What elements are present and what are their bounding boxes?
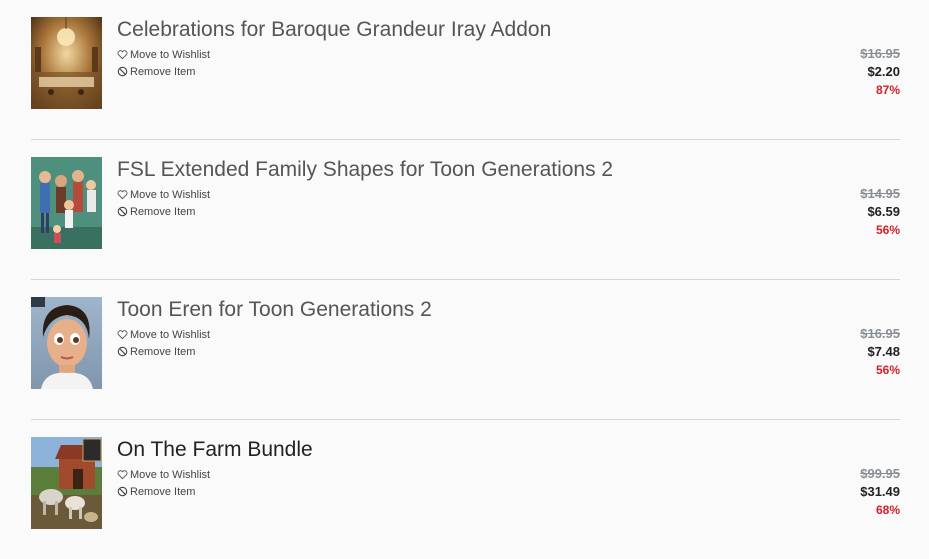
ban-icon bbox=[117, 486, 128, 497]
move-to-wishlist-link[interactable]: Move to Wishlist bbox=[117, 466, 757, 483]
product-thumbnail-eren[interactable] bbox=[31, 297, 102, 389]
ban-icon bbox=[117, 206, 128, 217]
original-price: $99.95 bbox=[860, 466, 900, 481]
toon-girl-image bbox=[31, 297, 102, 389]
move-to-wishlist-link[interactable]: Move to Wishlist bbox=[117, 186, 757, 203]
cart-item: On The Farm Bundle Move to Wishlist Remo… bbox=[31, 420, 900, 559]
move-to-wishlist-link[interactable]: Move to Wishlist bbox=[117, 46, 757, 63]
original-price: $14.95 bbox=[860, 186, 900, 201]
sale-price: $31.49 bbox=[860, 484, 900, 499]
product-title[interactable]: Celebrations for Baroque Grandeur Iray A… bbox=[117, 17, 757, 43]
heart-icon bbox=[117, 49, 128, 60]
heart-icon bbox=[117, 329, 128, 340]
sale-price: $6.59 bbox=[867, 204, 900, 219]
price-block: $14.95 $6.59 56% bbox=[860, 185, 900, 239]
cart-item: Celebrations for Baroque Grandeur Iray A… bbox=[31, 0, 900, 140]
remove-item-link[interactable]: Remove Item bbox=[117, 63, 757, 80]
sale-price: $7.48 bbox=[867, 344, 900, 359]
discount-percent: 56% bbox=[875, 363, 900, 377]
product-thumbnail-farm[interactable] bbox=[31, 437, 102, 529]
product-thumbnail-family[interactable] bbox=[31, 157, 102, 249]
cart-item: Toon Eren for Toon Generations 2 Move to… bbox=[31, 280, 900, 420]
price-block: $99.95 $31.49 68% bbox=[860, 465, 900, 519]
discount-percent: 87% bbox=[875, 83, 900, 97]
heart-icon bbox=[117, 469, 128, 480]
heart-icon bbox=[117, 189, 128, 200]
original-price: $16.95 bbox=[860, 326, 900, 341]
product-thumbnail-baroque[interactable] bbox=[31, 17, 102, 109]
remove-item-link[interactable]: Remove Item bbox=[117, 343, 757, 360]
move-to-wishlist-label: Move to Wishlist bbox=[130, 48, 211, 61]
discount-percent: 56% bbox=[875, 223, 900, 237]
ban-icon bbox=[117, 66, 128, 77]
original-price: $16.95 bbox=[860, 46, 900, 61]
cart-item-list: Celebrations for Baroque Grandeur Iray A… bbox=[31, 0, 900, 559]
baroque-ballroom-image bbox=[31, 17, 102, 109]
move-to-wishlist-label: Move to Wishlist bbox=[130, 328, 211, 341]
discount-percent: 68% bbox=[875, 503, 900, 517]
product-title[interactable]: FSL Extended Family Shapes for Toon Gene… bbox=[117, 157, 757, 183]
product-title[interactable]: On The Farm Bundle bbox=[117, 437, 757, 463]
product-title[interactable]: Toon Eren for Toon Generations 2 bbox=[117, 297, 757, 323]
move-to-wishlist-link[interactable]: Move to Wishlist bbox=[117, 326, 757, 343]
remove-item-label: Remove Item bbox=[130, 65, 196, 78]
price-block: $16.95 $7.48 56% bbox=[860, 325, 900, 379]
cart-item: FSL Extended Family Shapes for Toon Gene… bbox=[31, 140, 900, 280]
farm-animals-image bbox=[31, 437, 102, 529]
sale-price: $2.20 bbox=[867, 64, 900, 79]
remove-item-link[interactable]: Remove Item bbox=[117, 203, 757, 220]
remove-item-label: Remove Item bbox=[130, 485, 196, 498]
ban-icon bbox=[117, 346, 128, 357]
remove-item-label: Remove Item bbox=[130, 205, 196, 218]
remove-item-link[interactable]: Remove Item bbox=[117, 483, 757, 500]
remove-item-label: Remove Item bbox=[130, 345, 196, 358]
price-block: $16.95 $2.20 87% bbox=[860, 45, 900, 99]
toon-family-image bbox=[31, 157, 102, 249]
move-to-wishlist-label: Move to Wishlist bbox=[130, 188, 211, 201]
move-to-wishlist-label: Move to Wishlist bbox=[130, 468, 211, 481]
